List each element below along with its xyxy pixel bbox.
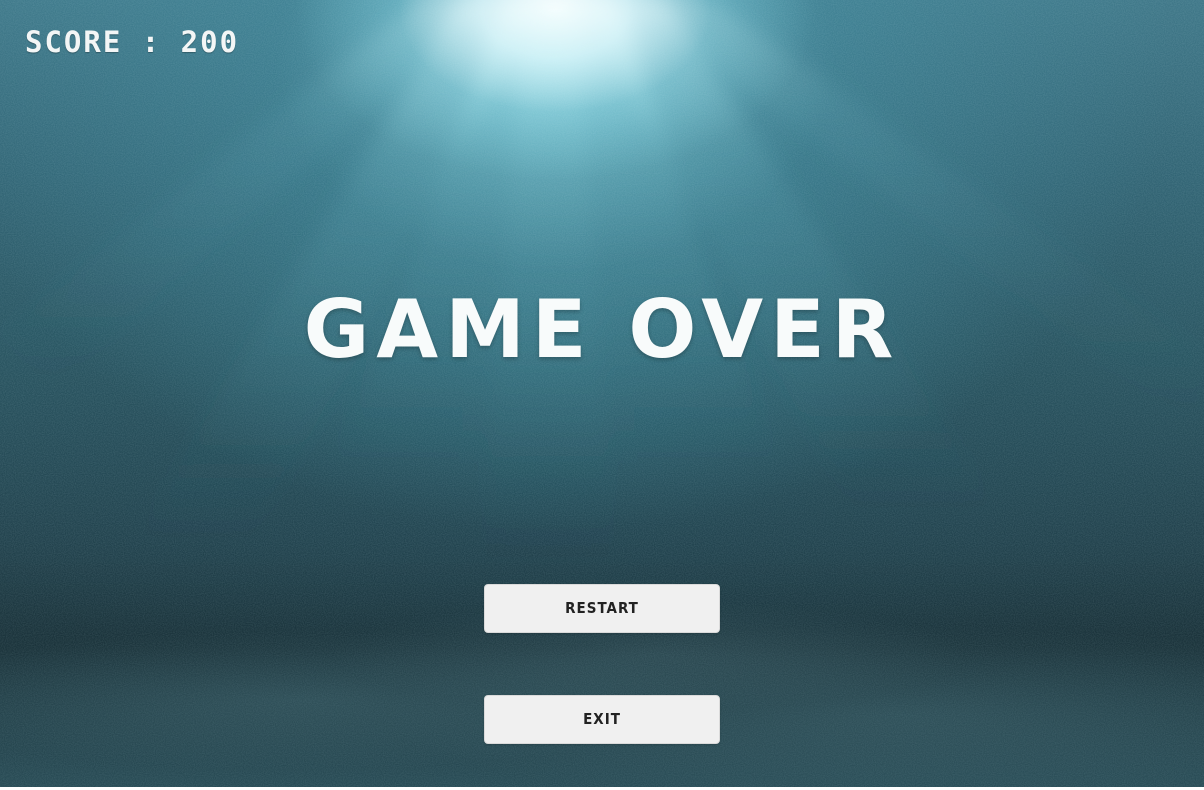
underwater-light-rays <box>0 0 1204 790</box>
game-over-screen: SCORE : 200 GAME OVER RESTART EXIT <box>0 0 1204 790</box>
exit-button[interactable]: EXIT <box>484 695 720 744</box>
score-display: SCORE : 200 <box>25 25 240 59</box>
restart-button[interactable]: RESTART <box>484 584 720 633</box>
sea-floor <box>0 0 1204 790</box>
game-over-title: GAME OVER <box>303 283 901 376</box>
